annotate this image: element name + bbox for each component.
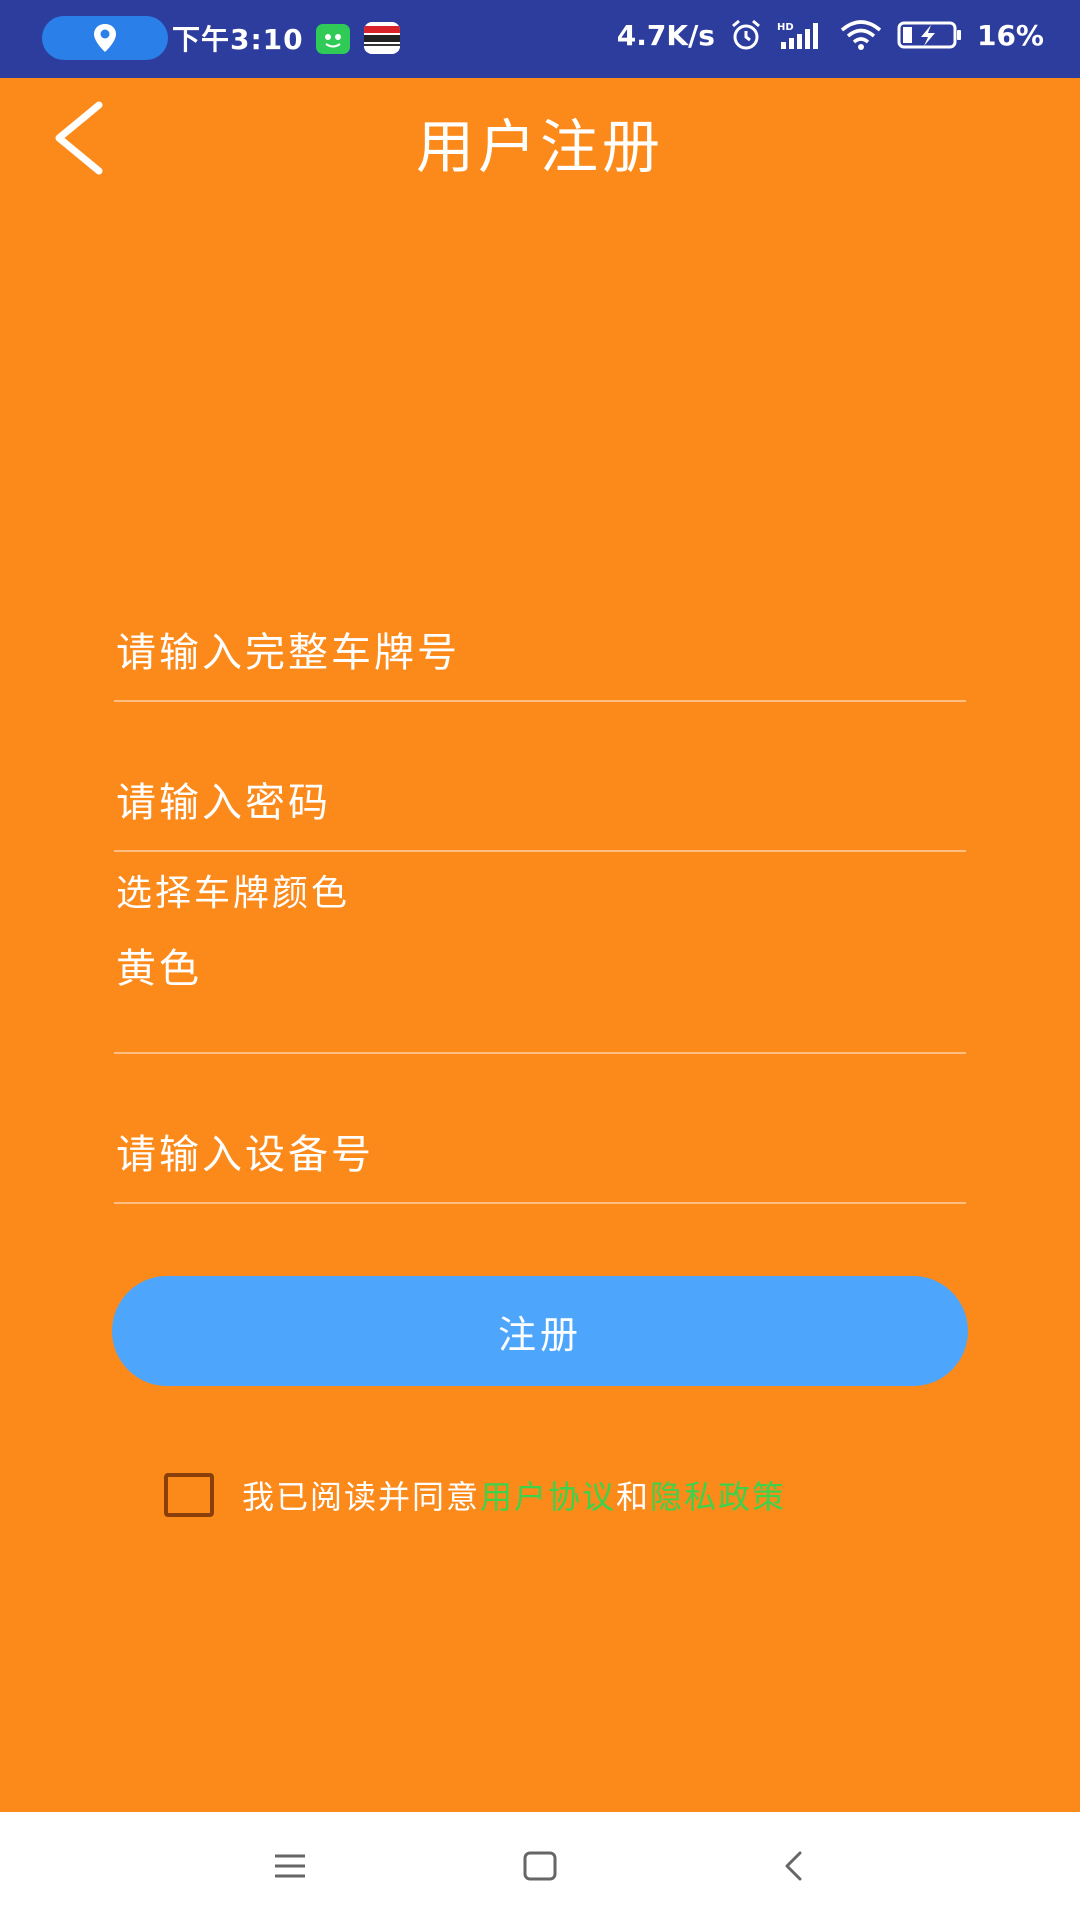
menu-button[interactable] bbox=[254, 1836, 326, 1896]
device-number-row bbox=[114, 1090, 966, 1204]
register-button[interactable]: 注册 bbox=[112, 1276, 968, 1386]
page-title: 用户注册 bbox=[415, 113, 664, 181]
alarm-icon bbox=[729, 18, 763, 52]
status-time: 下午3:10 bbox=[172, 23, 304, 56]
home-button[interactable] bbox=[504, 1836, 576, 1896]
plate-color-selector[interactable]: 选择车牌颜色 黄色 bbox=[114, 852, 966, 1054]
system-nav-bar bbox=[0, 1812, 1080, 1920]
password-row bbox=[114, 740, 966, 852]
app-notification-icon bbox=[316, 24, 350, 54]
menu-icon bbox=[273, 1852, 307, 1880]
plate-number-input[interactable] bbox=[116, 630, 956, 676]
system-back-button[interactable] bbox=[758, 1836, 830, 1896]
agree-checkbox[interactable] bbox=[164, 1473, 214, 1517]
user-agreement-link[interactable]: 用户协议 bbox=[480, 1478, 616, 1516]
plate-number-row bbox=[114, 600, 966, 702]
plate-color-value: 黄色 bbox=[116, 946, 202, 992]
agreement-prefix: 我已阅读并同意 bbox=[242, 1478, 481, 1516]
agreement-text: 我已阅读并同意用户协议和隐私政策 bbox=[242, 1472, 786, 1518]
hd-signal-icon: HD bbox=[777, 20, 825, 50]
back-triangle-icon bbox=[782, 1850, 806, 1882]
plate-color-label: 选择车牌颜色 bbox=[116, 873, 351, 914]
svg-text:HD: HD bbox=[777, 22, 794, 33]
card-app-icon bbox=[364, 22, 400, 54]
network-speed: 4.7K/s bbox=[616, 18, 715, 52]
home-square-icon bbox=[522, 1850, 558, 1882]
agreement-and: 和 bbox=[616, 1478, 651, 1516]
status-bar: 下午3:10 4.7K/s HD 16% bbox=[0, 0, 1080, 78]
location-indicator[interactable] bbox=[42, 16, 168, 60]
agreement-row: 我已阅读并同意用户协议和隐私政策 bbox=[164, 1470, 786, 1520]
password-input[interactable] bbox=[116, 780, 956, 826]
battery-charging-icon bbox=[897, 20, 963, 50]
device-number-input[interactable] bbox=[116, 1132, 956, 1178]
privacy-policy-link[interactable]: 隐私政策 bbox=[650, 1478, 786, 1516]
battery-level: 16% bbox=[976, 18, 1044, 52]
wifi-icon bbox=[839, 19, 883, 51]
location-icon bbox=[92, 23, 118, 53]
